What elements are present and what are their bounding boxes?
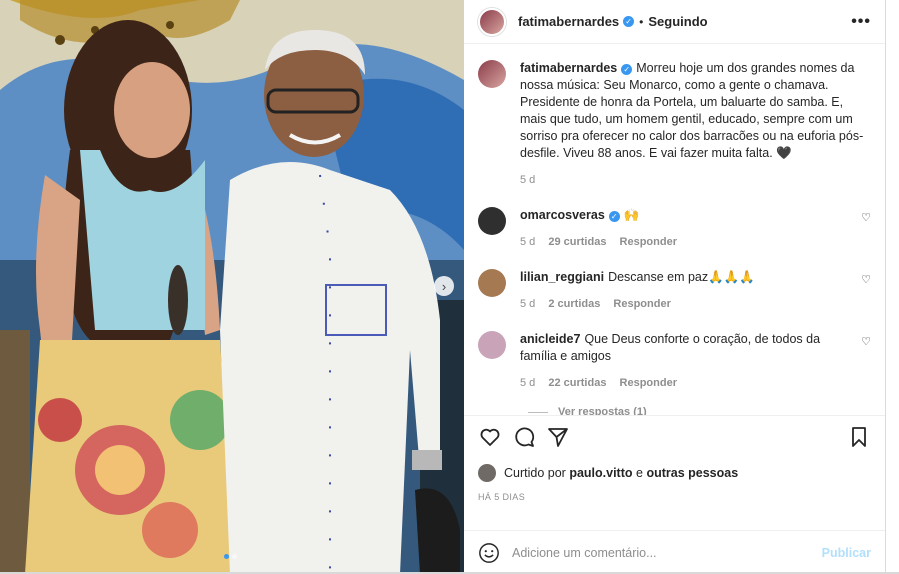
liked-by-user[interactable]: paulo.vitto — [569, 466, 632, 480]
comment-username[interactable]: lilian_reggiani — [520, 270, 604, 284]
carousel-dots — [224, 554, 237, 559]
post-photo[interactable]: › — [0, 0, 464, 574]
comment-age[interactable]: 5 d — [520, 236, 535, 248]
carousel-dot-active — [224, 554, 229, 559]
reply-button[interactable]: Responder — [620, 236, 677, 248]
publish-button[interactable]: Publicar — [822, 546, 871, 560]
comment-age[interactable]: 5 d — [520, 298, 535, 310]
comment-item: omarcosveras ✓ 🙌 5 d 29 curtidas Responder… — [478, 207, 871, 251]
comment-age[interactable]: 5 d — [520, 377, 535, 389]
verified-badge-icon: ✓ — [623, 16, 635, 27]
post-side-panel: fatimabernardes ✓ • Seguindo ••• fatimab… — [464, 0, 885, 574]
comment-composer: Publicar — [464, 530, 885, 574]
comment-input[interactable] — [512, 545, 822, 560]
caption: fatimabernardes ✓ Morreu hoje um dos grand… — [478, 60, 871, 189]
caption-avatar[interactable] — [478, 60, 506, 88]
comment-likes[interactable]: 29 curtidas — [548, 236, 606, 248]
share-icon[interactable] — [546, 425, 570, 449]
like-comment-heart-icon[interactable]: ♡ — [861, 273, 871, 313]
emoji-icon[interactable] — [478, 542, 500, 564]
more-options-icon[interactable]: ••• — [851, 13, 871, 31]
comment-username[interactable]: omarcosveras — [520, 208, 605, 222]
author-avatar[interactable] — [478, 7, 506, 36]
comment-avatar[interactable] — [478, 331, 506, 359]
post-timestamp[interactable]: HÁ 5 DIAS — [478, 492, 871, 502]
comments-list[interactable]: fatimabernardes ✓ Morreu hoje um dos grand… — [464, 44, 885, 415]
post-actions: Curtido por paulo.vitto e outras pessoas… — [464, 415, 885, 530]
liker-avatar[interactable] — [478, 464, 496, 482]
like-comment-heart-icon[interactable]: ♡ — [861, 211, 871, 251]
photo-illustration — [0, 0, 464, 574]
comment-avatar[interactable] — [478, 207, 506, 235]
view-replies-button[interactable]: Ver respostas (1) — [520, 406, 871, 415]
comment-text: 🙌 — [623, 208, 640, 222]
author-username[interactable]: fatimabernardes — [518, 14, 619, 29]
reply-button[interactable]: Responder — [620, 377, 677, 389]
liked-by: Curtido por paulo.vitto e outras pessoas — [478, 464, 871, 482]
post-header: fatimabernardes ✓ • Seguindo ••• — [464, 0, 885, 44]
carousel-dot — [232, 554, 237, 559]
heart-icon[interactable] — [478, 425, 502, 449]
view-replies-label: Ver respostas (1) — [558, 406, 647, 415]
reply-button[interactable]: Responder — [613, 298, 670, 310]
comment-item: lilian_reggiani Descanse em paz🙏🙏🙏 5 d 2 … — [478, 269, 871, 313]
liked-by-others[interactable]: outras pessoas — [646, 466, 738, 480]
comment-likes[interactable]: 22 curtidas — [548, 377, 606, 389]
caption-username[interactable]: fatimabernardes — [520, 61, 617, 75]
caption-text: Morreu hoje um dos grandes nomes da noss… — [520, 61, 864, 160]
following-button[interactable]: Seguindo — [648, 14, 707, 29]
post-dialog: › fatimabernardes ✓ • Seguindo ••• fatim… — [0, 0, 886, 574]
comment-text: Descanse em paz🙏🙏🙏 — [608, 270, 755, 284]
bookmark-icon[interactable] — [847, 425, 871, 449]
liked-by-conj: e — [636, 466, 643, 480]
comment-username[interactable]: anicleide7 — [520, 332, 580, 346]
verified-badge-icon: ✓ — [621, 64, 633, 75]
caption-age[interactable]: 5 d — [520, 174, 535, 186]
comment-likes[interactable]: 2 curtidas — [548, 298, 600, 310]
next-slide-button[interactable]: › — [434, 276, 454, 296]
liked-by-prefix: Curtido por — [504, 466, 566, 480]
comment-avatar[interactable] — [478, 269, 506, 297]
header-separator: • — [639, 14, 644, 29]
like-comment-heart-icon[interactable]: ♡ — [861, 335, 871, 392]
verified-badge-icon: ✓ — [608, 211, 620, 222]
replies-divider — [528, 411, 548, 413]
comment-item: anicleide7 Que Deus conforte o coração, d… — [478, 331, 871, 392]
comment-icon[interactable] — [512, 425, 536, 449]
